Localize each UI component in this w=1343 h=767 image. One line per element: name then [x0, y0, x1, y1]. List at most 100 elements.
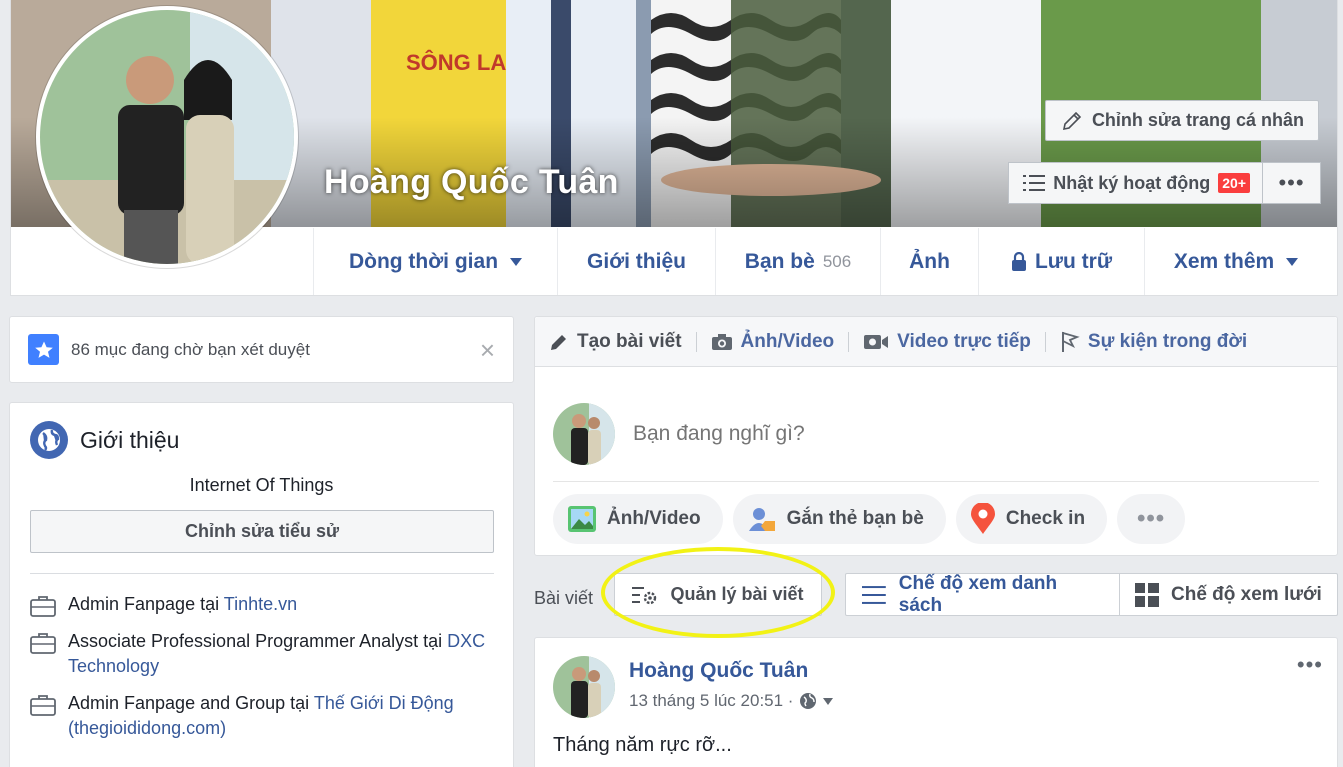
list-icon [1023, 175, 1046, 191]
intro-header: Giới thiệu [30, 421, 493, 459]
star-icon [28, 334, 59, 365]
pencil-icon [551, 334, 566, 350]
video-camera-icon [864, 334, 889, 349]
manage-icon [632, 586, 657, 604]
profile-picture[interactable] [36, 6, 298, 268]
tab-label: Bạn bè [744, 249, 815, 273]
work-item: Admin Fanpage and Group tại Thế Giới Di … [30, 691, 493, 741]
globe-icon[interactable] [799, 692, 817, 710]
caret-down-icon [510, 257, 523, 266]
more-icon: ••• [1278, 170, 1305, 195]
more-options-button[interactable]: ••• [1263, 162, 1321, 204]
list-view-button[interactable]: Chế độ xem danh sách [846, 572, 1119, 616]
separator [848, 331, 850, 352]
more-icon: ••• [1136, 505, 1166, 532]
composer-tab-label: Video trực tiếp [897, 330, 1031, 352]
check-in-button[interactable]: Check in [955, 494, 1108, 544]
action-label: Ảnh/Video [607, 508, 701, 529]
tab-timeline[interactable]: Dòng thời gian [313, 228, 557, 295]
photo-icon [568, 506, 596, 532]
lock-icon [1011, 251, 1026, 271]
status-input[interactable] [633, 422, 1233, 446]
tab-friends[interactable]: Bạn bè 506 [715, 228, 880, 295]
globe-icon [30, 421, 68, 459]
list-view-icon [861, 585, 886, 604]
tab-about[interactable]: Giới thiệu [557, 228, 715, 295]
activity-badge: 20+ [1218, 173, 1250, 193]
tab-photo-video[interactable]: Ảnh/Video [711, 331, 849, 353]
tab-label: Giới thiệu [587, 249, 686, 273]
activity-log-button[interactable]: Nhật ký hoạt động 20+ [1008, 162, 1263, 204]
work-prefix: Associate Professional Programmer Analys… [68, 631, 448, 651]
composer-body [535, 367, 1337, 481]
composer-actions: Ảnh/Video Gắn thẻ bạn bè Check in ••• [535, 482, 1337, 556]
caret-down-icon[interactable] [823, 697, 834, 705]
work-item: Associate Professional Programmer Analys… [30, 629, 493, 679]
bio-text: Internet Of Things [189, 475, 334, 495]
tab-label: Xem thêm [1173, 249, 1275, 273]
photo-video-button[interactable]: Ảnh/Video [553, 494, 723, 544]
intro-card: Giới thiệu Internet Of Things Chỉnh sửa … [9, 402, 514, 767]
tab-label: Dòng thời gian [348, 249, 499, 273]
post-timestamp[interactable]: 13 tháng 5 lúc 20:51 · [629, 691, 793, 711]
grid-view-label: Chế độ xem lưới [1171, 583, 1322, 605]
intro-title: Giới thiệu [80, 426, 180, 453]
pending-text: 86 mục đang chờ bạn xét duyệt [71, 339, 310, 359]
flag-icon [1061, 331, 1080, 352]
post-card: Hoàng Quốc Tuân 13 tháng 5 lúc 20:51 · •… [534, 637, 1338, 767]
work-prefix: Admin Fanpage and Group tại [68, 693, 314, 713]
composer-tabs: Tạo bài viết Ảnh/Video Video trực tiếp S… [535, 317, 1337, 367]
posts-label: Bài viết [534, 588, 594, 608]
tag-friends-icon [748, 508, 775, 531]
composer-tab-label: Ảnh/Video [740, 330, 835, 352]
action-label: Check in [1005, 508, 1086, 529]
activity-log-label: Nhật ký hoạt động [1053, 172, 1211, 193]
grid-view-icon [1135, 582, 1159, 607]
tab-archive[interactable]: Lưu trữ [978, 228, 1144, 295]
briefcase-icon [30, 596, 56, 617]
list-view-label: Chế độ xem danh sách [898, 572, 1058, 616]
camera-icon [711, 333, 732, 350]
edit-profile-button[interactable]: Chỉnh sửa trang cá nhân [1044, 100, 1319, 141]
tab-photos[interactable]: Ảnh [880, 228, 978, 295]
profile-photo-image [40, 10, 294, 264]
separator [1044, 331, 1046, 352]
composer-tab-label: Tạo bài viết [577, 330, 682, 352]
edit-bio-button[interactable]: Chỉnh sửa tiểu sử [30, 510, 494, 553]
tab-label: Lưu trữ [1034, 249, 1113, 273]
manage-posts-button[interactable]: Quản lý bài viết [614, 573, 822, 616]
close-icon[interactable]: × [480, 337, 495, 363]
profile-name[interactable]: Hoàng Quốc Tuân [324, 163, 619, 202]
work-link[interactable]: Tinhte.vn [224, 594, 297, 614]
post-composer: Tạo bài viết Ảnh/Video Video trực tiếp S… [534, 316, 1338, 556]
tab-create-post[interactable]: Tạo bài viết [549, 331, 696, 353]
edit-profile-label: Chỉnh sửa trang cá nhân [1091, 110, 1304, 130]
view-mode-group: Chế độ xem danh sách Chế độ xem lưới [845, 573, 1338, 616]
friends-count: 506 [822, 251, 852, 271]
profile-nav: Dòng thời gian Giới thiệu Bạn bè 506 Ảnh… [313, 228, 1327, 295]
pending-review-card[interactable]: 86 mục đang chờ bạn xét duyệt × [9, 316, 514, 383]
activity-log-group: Nhật ký hoạt động 20+ ••• [1008, 162, 1321, 204]
caret-down-icon [1286, 257, 1299, 266]
tag-friends-button[interactable]: Gắn thẻ bạn bè [732, 494, 946, 544]
composer-tab-label: Sự kiện trong đời [1087, 330, 1248, 352]
grid-view-button[interactable]: Chế độ xem lưới [1119, 574, 1337, 615]
avatar[interactable] [553, 656, 615, 718]
tab-label: Ảnh [909, 249, 950, 273]
separator [695, 331, 697, 352]
tab-life-event[interactable]: Sự kiện trong đời [1060, 331, 1261, 353]
post-author[interactable]: Hoàng Quốc Tuân [629, 659, 833, 683]
post-options-icon[interactable]: ••• [1297, 652, 1323, 678]
manage-posts-label: Quản lý bài viết [670, 584, 804, 604]
work-prefix: Admin Fanpage tại [68, 594, 224, 614]
pencil-icon [1062, 111, 1082, 130]
tab-live-video[interactable]: Video trực tiếp [863, 331, 1045, 353]
briefcase-icon [30, 695, 56, 716]
post-meta: 13 tháng 5 lúc 20:51 · [629, 691, 834, 711]
more-actions-button[interactable]: ••• [1117, 494, 1186, 544]
post-header: Hoàng Quốc Tuân 13 tháng 5 lúc 20:51 · [553, 656, 1319, 718]
tab-see-more[interactable]: Xem thêm [1144, 228, 1327, 295]
avatar[interactable] [553, 403, 615, 465]
divider [30, 573, 494, 574]
location-pin-icon [970, 503, 995, 534]
